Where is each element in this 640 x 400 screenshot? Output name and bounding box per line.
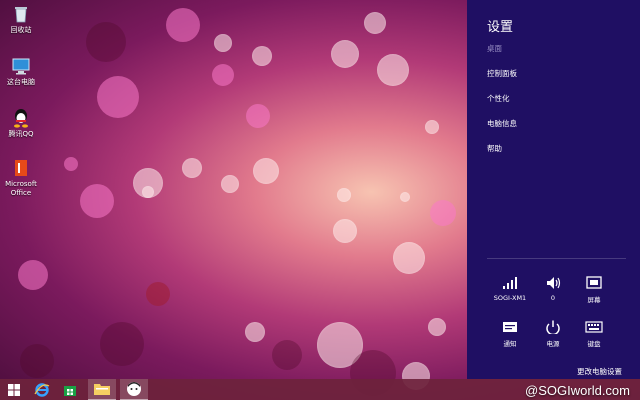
keyboard-tile[interactable]: 键盘 [576, 320, 612, 348]
divider [487, 258, 626, 259]
internet-explorer-icon [34, 382, 50, 397]
tile-label: SOGI-XM1 [493, 294, 527, 302]
volume-icon [547, 277, 561, 289]
recycle-bin-icon [15, 7, 27, 23]
taskbar-file-explorer[interactable] [88, 379, 116, 400]
qq-icon [14, 109, 28, 128]
tile-label: 0 [550, 294, 556, 302]
tile-label: 电源 [546, 340, 560, 348]
volume-tile[interactable]: 0 [535, 276, 571, 302]
tile-label: 键盘 [587, 340, 601, 348]
desktop-icon-label: 回收站 [10, 26, 32, 34]
settings-link-pc-info[interactable]: 电脑信息 [487, 118, 517, 129]
wifi-signal-icon [503, 277, 517, 289]
network-tile[interactable]: SOGI-XM1 [492, 276, 528, 302]
keyboard-icon [585, 321, 603, 333]
start-button[interactable] [0, 379, 28, 400]
file-explorer-icon [94, 384, 110, 395]
screen-tile[interactable]: 屏幕 [576, 276, 612, 304]
settings-link-personalize[interactable]: 个性化 [487, 93, 510, 104]
settings-link-control-panel[interactable]: 控制面板 [487, 68, 517, 79]
notifications-icon [503, 322, 517, 332]
desktop-icon-label: Microsoft Office [5, 180, 37, 197]
notifications-tile[interactable]: 通知 [492, 320, 528, 348]
taskbar-internet-explorer[interactable] [28, 379, 56, 400]
taskbar-store[interactable] [56, 379, 84, 400]
desktop-icon-label: 腾讯QQ [8, 130, 34, 138]
app-avatar-icon [127, 382, 141, 396]
settings-title: 设置 [487, 20, 514, 35]
desktop-icon-this-pc[interactable]: 这台电脑 [3, 56, 39, 87]
power-icon [546, 320, 560, 334]
desktop-icon-recycle-bin[interactable]: 回收站 [3, 4, 39, 35]
tile-label: 通知 [503, 340, 517, 348]
tile-label: 屏幕 [587, 296, 601, 304]
store-icon [64, 385, 76, 396]
start-icon [8, 383, 20, 396]
screen-brightness-icon [586, 276, 602, 289]
taskbar-app-avatar[interactable] [120, 379, 148, 400]
desktop-icon-label: 这台电脑 [7, 78, 35, 86]
settings-context-label: 桌面 [487, 44, 502, 53]
power-tile[interactable]: 电源 [535, 320, 571, 348]
office-icon [15, 160, 27, 176]
desktop-icon-office[interactable]: Microsoft Office [3, 158, 39, 198]
this-pc-icon [12, 58, 30, 75]
settings-link-help[interactable]: 帮助 [487, 143, 502, 154]
desktop-icon-qq[interactable]: 腾讯QQ [3, 108, 39, 139]
watermark: @SOGIworld.com [525, 383, 630, 398]
settings-charm-panel: 设置 桌面 控制面板 个性化 电脑信息 帮助 SOGI-XM1 0 屏幕 通知 … [467, 0, 640, 379]
change-pc-settings-link[interactable]: 更改电脑设置 [577, 366, 622, 377]
